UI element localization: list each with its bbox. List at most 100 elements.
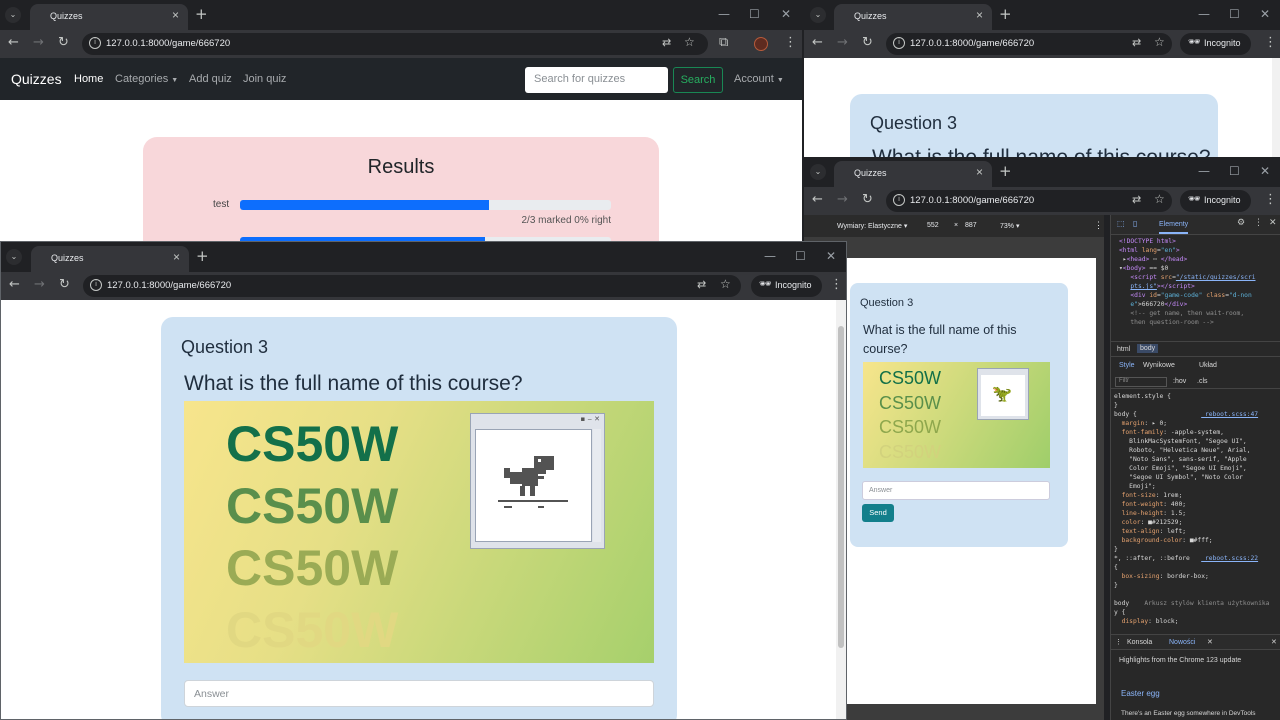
tab-quizzes[interactable]: Quizzes × (30, 4, 188, 30)
site-info-icon[interactable]: i (893, 194, 905, 206)
nav-home[interactable]: Home (74, 73, 103, 85)
maximize-icon[interactable]: ☐ (795, 249, 806, 263)
new-tab-icon[interactable]: + (999, 162, 1012, 180)
reload-icon[interactable]: ↻ (862, 36, 873, 50)
minimize-icon[interactable]: — (1198, 7, 1210, 21)
bookmark-star-icon[interactable]: ☆ (1154, 35, 1165, 49)
back-icon[interactable]: ← (9, 278, 20, 292)
incognito-badge[interactable]: 🕶 Incognito (1180, 190, 1251, 212)
minimize-icon[interactable]: — (718, 7, 730, 21)
nav-account[interactable]: Account ▼ (734, 73, 784, 85)
forward-icon[interactable]: → (837, 193, 848, 207)
minimize-icon[interactable]: — (1198, 164, 1210, 178)
new-tab-icon[interactable]: + (196, 247, 209, 265)
tab-search-icon[interactable]: ⌄ (810, 7, 826, 23)
close-tab-icon[interactable]: × (976, 165, 983, 179)
styles-rules[interactable]: element.style { } body { _reboot.scss:47… (1114, 392, 1269, 626)
hov-toggle[interactable]: :hov (1173, 378, 1186, 385)
incognito-badge[interactable]: 🕶 Incognito (1180, 33, 1251, 55)
breadcrumb-html[interactable]: html (1117, 346, 1130, 353)
elements-tab[interactable]: Elementy (1159, 221, 1189, 234)
back-icon[interactable]: ← (8, 36, 19, 50)
new-tab-icon[interactable]: + (999, 5, 1012, 23)
address-bar[interactable]: i 127.0.0.1:8000/game/666720 ⇄ ☆ (886, 190, 1172, 212)
menu-icon[interactable]: ⋮ (1264, 36, 1277, 50)
search-input[interactable]: Search for quizzes (525, 67, 668, 93)
device-dimensions-dropdown[interactable]: Wymiary: Elastyczne ▾ (837, 222, 907, 230)
brand-logo[interactable]: Quizzes (11, 71, 62, 87)
subtab-layout[interactable]: Układ (1199, 362, 1217, 369)
close-tab-icon[interactable]: × (976, 8, 983, 22)
forward-icon[interactable]: → (837, 36, 848, 50)
breadcrumb-body[interactable]: body (1137, 344, 1159, 353)
tab-quizzes[interactable]: Quizzes × (834, 161, 992, 187)
scrollbar-thumb[interactable] (838, 326, 844, 648)
close-window-icon[interactable]: ✕ (1260, 164, 1270, 178)
forward-icon[interactable]: → (34, 278, 45, 292)
menu-icon[interactable]: ⋮ (784, 36, 797, 50)
menu-icon[interactable]: ⋮ (830, 278, 843, 292)
translate-icon[interactable]: ⇄ (1132, 36, 1141, 49)
answer-input[interactable]: Answer (184, 680, 654, 707)
maximize-icon[interactable]: ☐ (1229, 164, 1240, 178)
tab-search-icon[interactable]: ⌄ (6, 249, 22, 265)
incognito-badge[interactable]: 🕶 Incognito (751, 275, 822, 297)
settings-icon[interactable]: ⚙ (1237, 218, 1245, 228)
subtab-style[interactable]: Style (1119, 362, 1135, 369)
bookmark-star-icon[interactable]: ☆ (720, 277, 731, 291)
device-toggle-icon[interactable]: ▯ (1133, 219, 1137, 228)
address-bar[interactable]: i 127.0.0.1:8000/game/666720 ⇄ ☆ (886, 33, 1172, 55)
device-width[interactable]: 552 (927, 222, 939, 229)
styles-filter-input[interactable]: Filtr (1115, 377, 1167, 387)
device-more-icon[interactable]: ⋮ (1094, 220, 1103, 231)
minimize-icon[interactable]: — (764, 249, 776, 263)
search-button[interactable]: Search (673, 67, 723, 93)
scrollbar[interactable] (1272, 58, 1280, 160)
cls-toggle[interactable]: .cls (1197, 378, 1208, 385)
close-window-icon[interactable]: ✕ (1260, 7, 1270, 21)
answer-input[interactable]: Answer (862, 481, 1050, 500)
close-devtools-icon[interactable]: ✕ (1269, 218, 1277, 228)
more-icon[interactable]: ⋮ (1254, 218, 1263, 228)
send-button[interactable]: Send (862, 504, 894, 522)
reload-icon[interactable]: ↻ (862, 193, 873, 207)
inspect-icon[interactable]: ⬚ (1117, 219, 1125, 228)
close-tab-icon[interactable]: × (173, 250, 180, 264)
tab-search-icon[interactable]: ⌄ (5, 7, 21, 23)
back-icon[interactable]: ← (812, 193, 823, 207)
device-zoom-dropdown[interactable]: 73% ▾ (1000, 222, 1019, 230)
menu-icon[interactable]: ⋮ (1264, 193, 1277, 207)
extensions-icon[interactable]: ⧉ (719, 36, 728, 50)
profile-avatar[interactable] (754, 37, 768, 51)
console-tab[interactable]: Konsola (1127, 639, 1152, 646)
new-tab-icon[interactable]: + (195, 5, 208, 23)
close-window-icon[interactable]: ✕ (826, 249, 836, 263)
address-bar[interactable]: i 127.0.0.1:8000/game/666720 ⇄ ☆ (82, 33, 708, 55)
close-whats-new-icon[interactable]: ✕ (1207, 638, 1213, 646)
reload-icon[interactable]: ↻ (58, 36, 69, 50)
tab-quizzes[interactable]: Quizzes × (834, 4, 992, 30)
close-window-icon[interactable]: ✕ (781, 7, 791, 21)
bookmark-star-icon[interactable]: ☆ (684, 35, 695, 49)
reload-icon[interactable]: ↻ (59, 278, 70, 292)
scrollbar[interactable] (836, 300, 846, 719)
site-info-icon[interactable]: i (89, 37, 101, 49)
maximize-icon[interactable]: ☐ (749, 7, 760, 21)
forward-icon[interactable]: → (33, 36, 44, 50)
translate-icon[interactable]: ⇄ (697, 278, 706, 291)
address-bar[interactable]: i 127.0.0.1:8000/game/666720 ⇄ ☆ (83, 275, 741, 297)
tab-quizzes[interactable]: Quizzes × (31, 246, 189, 272)
close-drawer-icon[interactable]: ✕ (1271, 638, 1277, 646)
translate-icon[interactable]: ⇄ (1132, 193, 1141, 206)
tab-search-icon[interactable]: ⌄ (810, 164, 826, 180)
close-tab-icon[interactable]: × (172, 8, 179, 22)
nav-add-quiz[interactable]: Add quiz (189, 73, 232, 85)
site-info-icon[interactable]: i (90, 279, 102, 291)
site-info-icon[interactable]: i (893, 37, 905, 49)
nav-join-quiz[interactable]: Join quiz (243, 73, 286, 85)
maximize-icon[interactable]: ☐ (1229, 7, 1240, 21)
bookmark-star-icon[interactable]: ☆ (1154, 192, 1165, 206)
translate-icon[interactable]: ⇄ (662, 36, 671, 49)
device-height[interactable]: 887 (965, 222, 977, 229)
nav-categories[interactable]: Categories ▼ (115, 73, 178, 85)
